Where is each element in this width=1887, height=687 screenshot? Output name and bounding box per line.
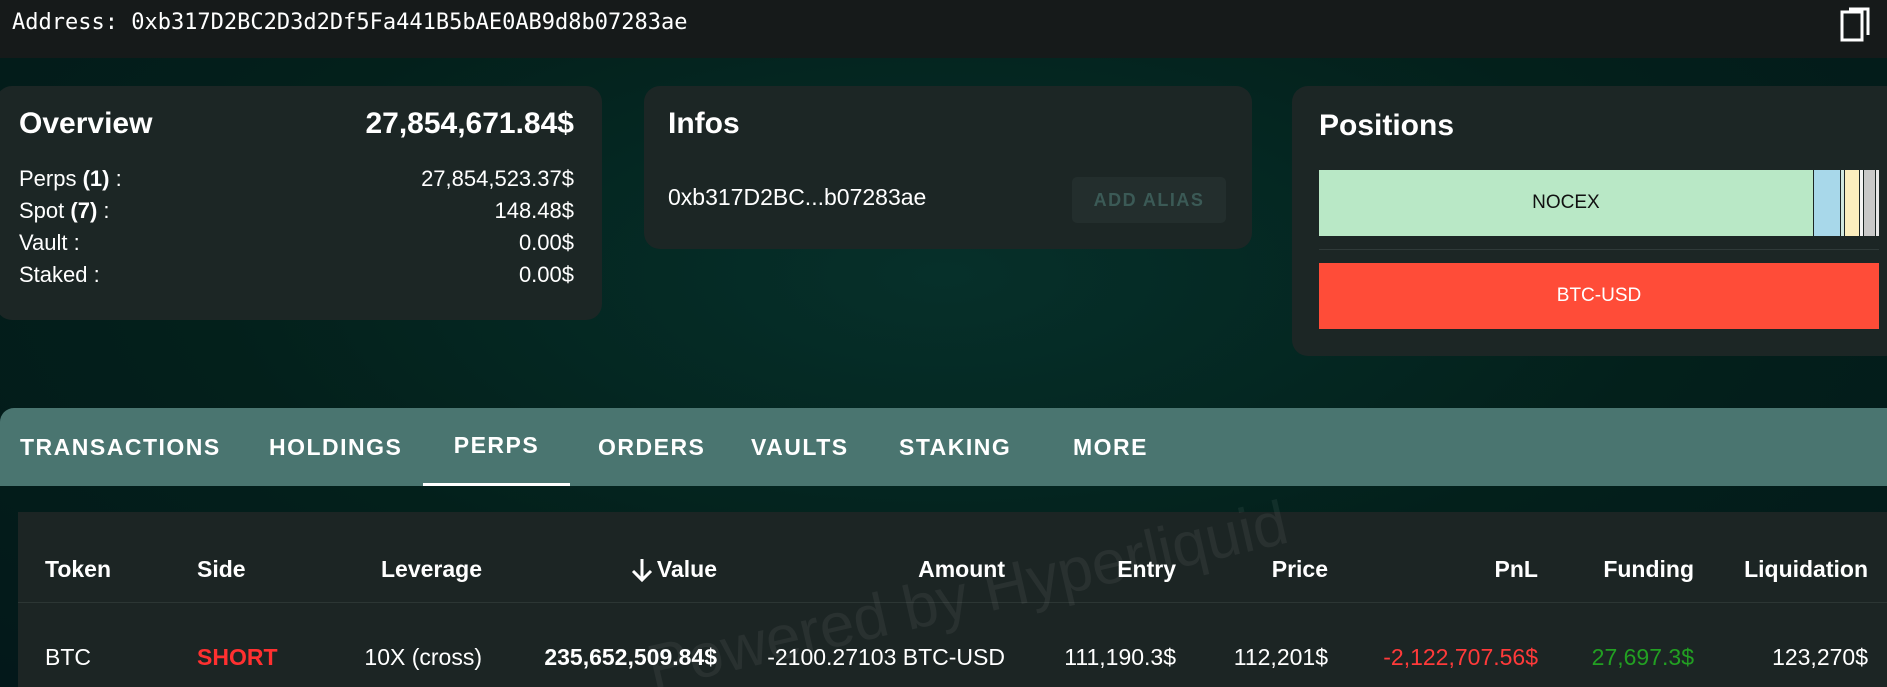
overview-row-value: 0.00$: [518, 230, 574, 255]
tab-more[interactable]: MORE: [1073, 408, 1148, 486]
address-bar: Address: 0xb317D2BC2D3d2Df5Fa441B5bAE0AB…: [0, 0, 1887, 58]
overview-row-label: Vault :: [19, 230, 80, 255]
overview-row-label: Spot (7) :: [19, 198, 110, 223]
add-alias-button[interactable]: ADD ALIAS: [1072, 177, 1226, 223]
positions-card: Positions NOCEX BTC-USD: [1292, 86, 1887, 356]
overview-total: 27,854,671.84$: [365, 107, 574, 140]
position-segment[interactable]: [1843, 170, 1859, 236]
short-address: 0xb317D2BC...b07283ae: [668, 184, 927, 210]
header-price[interactable]: Price: [1272, 556, 1328, 583]
tab-bar: TRANSACTIONS HOLDINGS PERPS ORDERS VAULT…: [0, 408, 1887, 486]
overview-row-value: 0.00$: [518, 262, 574, 287]
cell-funding: 27,697.3$: [1591, 644, 1694, 670]
tab-orders[interactable]: ORDERS: [598, 408, 705, 486]
header-value[interactable]: Value: [631, 556, 717, 583]
header-leverage[interactable]: Leverage: [381, 556, 482, 583]
header-side[interactable]: Side: [197, 556, 246, 583]
header-funding[interactable]: Funding: [1603, 556, 1694, 583]
header-value-label: Value: [656, 556, 717, 582]
overview-row-spot: Spot (7) : 148.48$: [19, 198, 574, 228]
header-entry[interactable]: Entry: [1117, 556, 1176, 583]
cell-token: BTC: [45, 644, 91, 670]
header-liquidation[interactable]: Liquidation: [1744, 556, 1868, 583]
cell-price: 112,201$: [1233, 644, 1328, 670]
overview-row-value: 27,854,523.37$: [421, 166, 574, 191]
page: Address: 0xb317D2BC2D3d2Df5Fa441B5bAE0AB…: [0, 0, 1887, 687]
position-segment[interactable]: [1812, 170, 1840, 236]
position-segment[interactable]: [1874, 170, 1879, 236]
arrow-down-icon: [631, 558, 652, 582]
infos-title: Infos: [668, 107, 740, 140]
position-segment-nocex[interactable]: NOCEX: [1319, 170, 1813, 236]
overview-row-vault: Vault : 0.00$: [19, 230, 574, 260]
overview-card: Overview 27,854,671.84$ Perps (1) : 27,8…: [0, 86, 602, 320]
copy-icon[interactable]: [1839, 5, 1873, 45]
positions-title: Positions: [1319, 109, 1455, 142]
cell-leverage: 10X (cross): [364, 644, 482, 670]
overview-row-perps: Perps (1) : 27,854,523.37$: [19, 166, 574, 196]
overview-row-label: Perps (1) :: [19, 166, 122, 191]
positions-divider: [1319, 249, 1879, 250]
infos-card: Infos 0xb317D2BC...b07283ae ADD ALIAS: [644, 86, 1252, 249]
tab-perps[interactable]: PERPS: [423, 408, 570, 486]
overview-row-label: Staked :: [19, 262, 100, 287]
cell-pnl: -2,122,707.56$: [1383, 644, 1538, 670]
header-pnl[interactable]: PnL: [1495, 556, 1538, 583]
positions-bar[interactable]: NOCEX: [1319, 170, 1879, 236]
cell-amount: -2100.27103 BTC-USD: [767, 644, 1005, 670]
header-amount[interactable]: Amount: [918, 556, 1005, 583]
perps-table: Token Side Leverage Value Amount Entry P…: [18, 512, 1887, 687]
position-segment[interactable]: [1862, 170, 1875, 236]
position-bar-btc-usd[interactable]: BTC-USD: [1319, 263, 1879, 329]
header-token[interactable]: Token: [45, 556, 111, 583]
tab-transactions[interactable]: TRANSACTIONS: [20, 408, 221, 486]
cell-liquidation: 123,270$: [1772, 644, 1868, 670]
address-text: Address: 0xb317D2BC2D3d2Df5Fa441B5bAE0AB…: [12, 10, 688, 35]
tab-staking[interactable]: STAKING: [899, 408, 1011, 486]
cell-entry: 111,190.3$: [1064, 644, 1176, 670]
tab-holdings[interactable]: HOLDINGS: [269, 408, 402, 486]
cell-value: 235,652,509.84$: [544, 644, 717, 670]
tab-vaults[interactable]: VAULTS: [751, 408, 849, 486]
overview-row-staked: Staked : 0.00$: [19, 262, 574, 292]
overview-title: Overview: [19, 107, 153, 140]
overview-row-value: 148.48$: [494, 198, 574, 223]
cell-side: SHORT: [197, 644, 278, 670]
header-divider: [18, 602, 1887, 603]
